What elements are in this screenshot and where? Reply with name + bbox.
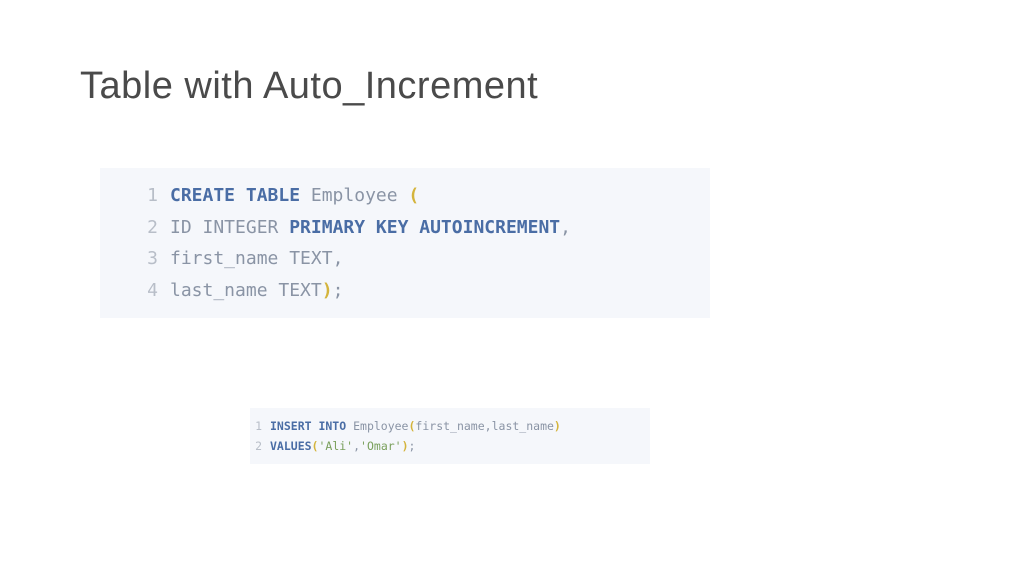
code-content: INSERT INTO Employee(first_name,last_nam…: [270, 416, 561, 436]
code-content: last_name TEXT);: [170, 275, 343, 307]
slide: Table with Auto_Increment 1 CREATE TABLE…: [0, 0, 1024, 529]
line-number: 4: [100, 275, 170, 307]
slide-title: Table with Auto_Increment: [80, 65, 944, 108]
line-number: 2: [100, 212, 170, 244]
line-number: 2: [250, 436, 270, 456]
line-number: 3: [100, 243, 170, 275]
line-number: 1: [250, 416, 270, 436]
code-block-create-table: 1 CREATE TABLE Employee ( 2 ID INTEGER P…: [100, 168, 710, 318]
code-line: 4 last_name TEXT);: [100, 275, 710, 307]
line-number: 1: [100, 180, 170, 212]
code-content: ID INTEGER PRIMARY KEY AUTOINCREMENT,: [170, 212, 571, 244]
code-line: 1 INSERT INTO Employee(first_name,last_n…: [250, 416, 650, 436]
code-line: 1 CREATE TABLE Employee (: [100, 180, 710, 212]
code-content: first_name TEXT,: [170, 243, 343, 275]
code-line: 2 ID INTEGER PRIMARY KEY AUTOINCREMENT,: [100, 212, 710, 244]
code-content: VALUES('Ali','Omar');: [270, 436, 415, 456]
code-content: CREATE TABLE Employee (: [170, 180, 419, 212]
code-line: 2 VALUES('Ali','Omar');: [250, 436, 650, 456]
code-block-insert: 1 INSERT INTO Employee(first_name,last_n…: [250, 408, 650, 464]
code-line: 3 first_name TEXT,: [100, 243, 710, 275]
